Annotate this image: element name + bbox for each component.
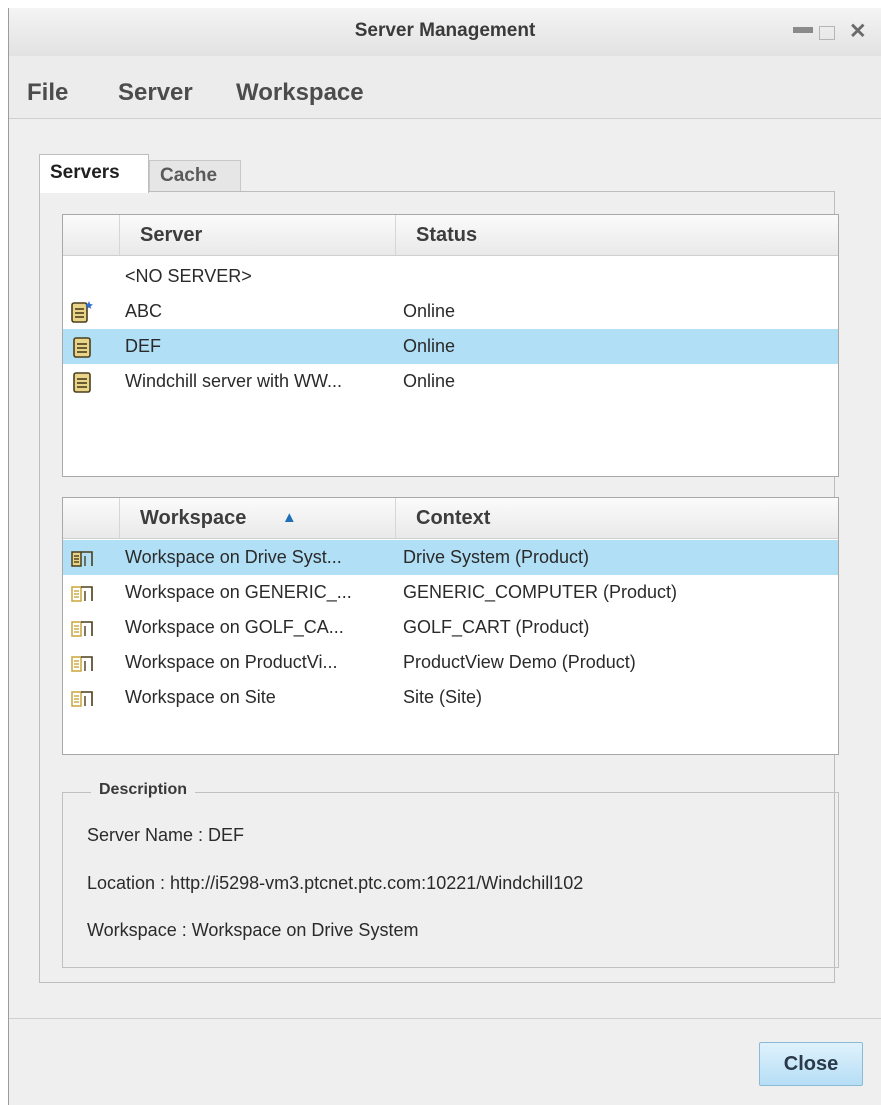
header-context[interactable]: Context <box>396 498 838 538</box>
header-server[interactable]: Server <box>119 215 396 255</box>
minimize-icon[interactable]: ▬ <box>793 16 813 39</box>
active-server-icon <box>71 301 93 323</box>
server-row-selected[interactable]: DEF Online <box>63 329 838 364</box>
description-group: Description Server Name : DEF Location :… <box>62 781 839 968</box>
workspace-icon <box>71 691 93 707</box>
menu-bar: File Server Workspace <box>9 56 881 119</box>
server-row[interactable]: Windchill server with WW... Online <box>63 364 838 399</box>
title-bar: Server Management ▬ ✕ <box>9 8 881 57</box>
server-table: Server Status <NO SERVER> ABC Online DEF… <box>62 214 839 477</box>
workspace-context: Drive System (Product) <box>403 547 590 567</box>
workspace-table: Workspace ▲ Context Workspace on Drive S… <box>62 497 839 755</box>
header-status[interactable]: Status <box>396 215 838 255</box>
workspace-name: Workspace on Drive Syst... <box>125 547 342 567</box>
workspace-name: Workspace on ProductVi... <box>125 652 338 672</box>
footer-divider <box>9 1018 881 1019</box>
header-icon-column <box>63 215 119 255</box>
workspace-context: ProductView Demo (Product) <box>403 652 636 672</box>
header-workspace-label: Workspace <box>140 507 247 529</box>
workspace-icon <box>71 586 93 602</box>
header-icon-column <box>63 498 119 538</box>
close-button[interactable]: Close <box>759 1042 863 1086</box>
window-title: Server Management <box>354 20 536 41</box>
server-row[interactable]: ABC Online <box>63 294 838 329</box>
workspace-name: Workspace on GOLF_CA... <box>125 617 344 637</box>
workspace-name: Workspace on GENERIC_... <box>125 582 352 602</box>
tab-servers[interactable]: Servers <box>39 154 149 193</box>
workspace-row-selected[interactable]: Workspace on Drive Syst... Drive System … <box>63 540 838 575</box>
workspace-row[interactable]: Workspace on GOLF_CA... GOLF_CART (Produ… <box>63 610 838 645</box>
workspace-active-icon <box>71 551 93 567</box>
server-name: <NO SERVER> <box>125 266 252 286</box>
workspace-row[interactable]: Workspace on GENERIC_... GENERIC_COMPUTE… <box>63 575 838 610</box>
maximize-icon[interactable] <box>819 26 835 40</box>
server-name: ABC <box>125 301 163 321</box>
server-icon <box>73 372 91 393</box>
servers-panel: Server Status <NO SERVER> ABC Online DEF… <box>39 191 839 983</box>
server-row[interactable]: <NO SERVER> <box>63 259 838 294</box>
menu-server[interactable]: Server <box>118 79 193 107</box>
tab-cache[interactable]: Cache <box>149 160 241 192</box>
server-status: Online <box>403 301 456 321</box>
workspace-icon <box>71 621 93 637</box>
server-management-window: Server Management ▬ ✕ File Server Worksp… <box>8 8 881 1105</box>
sort-ascending-icon: ▲ <box>281 509 297 526</box>
header-workspace[interactable]: Workspace ▲ <box>119 498 396 538</box>
close-icon[interactable]: ✕ <box>849 19 867 44</box>
server-name: Windchill server with WW... <box>125 371 343 391</box>
workspace-name: Workspace on Site <box>125 687 276 707</box>
server-status: Online <box>403 336 456 356</box>
workspace-context: GOLF_CART (Product) <box>403 617 590 637</box>
menu-workspace[interactable]: Workspace <box>236 79 364 107</box>
menu-file[interactable]: File <box>27 79 68 107</box>
workspace-row[interactable]: Workspace on Site Site (Site) <box>63 680 838 715</box>
server-icon <box>73 337 91 358</box>
server-name: DEF <box>125 336 161 356</box>
server-table-header: Server Status <box>63 215 838 256</box>
server-status: Online <box>403 371 456 391</box>
workspace-icon <box>71 656 93 672</box>
workspace-table-header: Workspace ▲ Context <box>63 498 838 539</box>
workspace-context: Site (Site) <box>403 687 483 707</box>
description-server-name: Server Name : DEF <box>87 825 245 845</box>
description-location: Location : http://i5298-vm3.ptcnet.ptc.c… <box>87 873 584 893</box>
description-workspace: Workspace : Workspace on Drive System <box>87 920 419 940</box>
workspace-row[interactable]: Workspace on ProductVi... ProductView De… <box>63 645 838 680</box>
workspace-context: GENERIC_COMPUTER (Product) <box>403 582 678 602</box>
description-legend: Description <box>91 781 196 799</box>
